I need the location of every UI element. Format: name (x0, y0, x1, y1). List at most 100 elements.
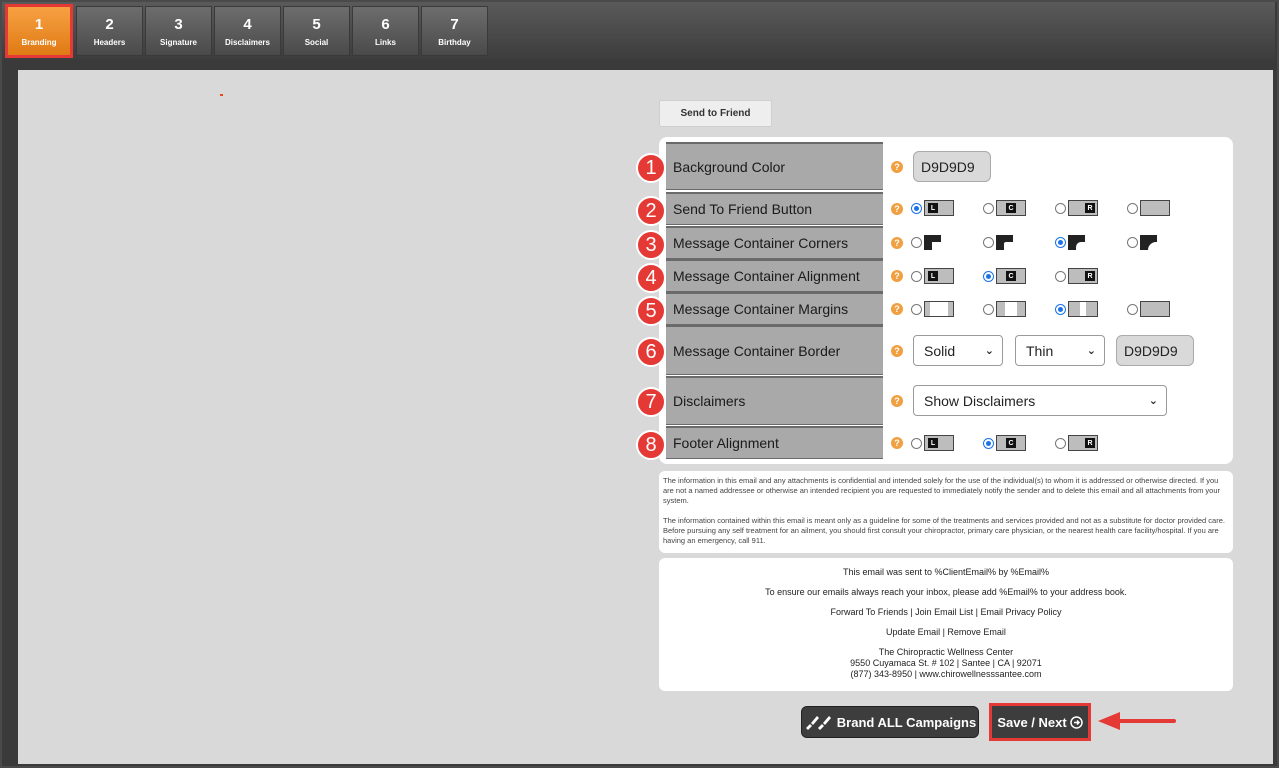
margin-inner (1080, 302, 1086, 316)
swatch-letter: R (1085, 203, 1095, 213)
radio-margin-narrow[interactable] (1055, 303, 1066, 315)
border-style-select[interactable]: Solid ⌄ (913, 335, 1003, 366)
option-right[interactable]: R (1055, 268, 1098, 284)
border-color-input[interactable]: D9D9D9 (1116, 335, 1194, 366)
setting-label-text: Message Container Margins (673, 301, 849, 317)
tab-signature[interactable]: 3 Signature (145, 6, 212, 56)
option-square[interactable] (911, 235, 941, 250)
radio-rounded[interactable] (1055, 237, 1066, 248)
tab-social[interactable]: 5 Social (283, 6, 350, 56)
swatch-letter: R (1085, 438, 1095, 448)
radio-right[interactable] (1055, 270, 1066, 282)
disclaimers-value: Show Disclaimers (924, 392, 1036, 409)
align-left-swatch: L (924, 268, 954, 284)
swatch-letter: L (928, 438, 938, 448)
option-left[interactable]: L (911, 268, 954, 284)
step-badge: 7 (636, 387, 666, 417)
option-rounded[interactable] (1055, 235, 1085, 250)
radio-center[interactable] (983, 202, 994, 214)
tab-number: 5 (312, 15, 321, 33)
footer-links[interactable]: Forward To Friends | Join Email List | E… (659, 607, 1233, 618)
button-left-swatch: L (924, 200, 954, 216)
brand-all-campaigns-button[interactable]: Brand ALL Campaigns (801, 706, 979, 738)
radio-right[interactable] (1055, 437, 1066, 449)
option-left[interactable]: L (911, 435, 954, 451)
send-to-friend-button[interactable]: Send to Friend (659, 100, 772, 127)
tab-birthday[interactable]: 7 Birthday (421, 6, 488, 56)
footer-address: 9550 Cuyamaca St. # 102 | Santee | CA | … (850, 658, 1042, 668)
tab-label: Links (375, 37, 396, 47)
disclaimers-select[interactable]: Show Disclaimers ⌄ (913, 385, 1167, 416)
border-width-select[interactable]: Thin ⌄ (1015, 335, 1105, 366)
radio-margin-none[interactable] (1127, 303, 1138, 315)
radio-slight[interactable] (983, 237, 994, 248)
setting-label: 2 Send To Friend Button (636, 192, 883, 226)
setting-label-text: Footer Alignment (673, 435, 779, 451)
radio-square[interactable] (911, 237, 922, 248)
button-right-swatch: R (1068, 200, 1098, 216)
radio-right[interactable] (1055, 202, 1066, 214)
option-margin-medium[interactable] (983, 301, 1026, 317)
marker-dot (220, 94, 223, 96)
footer-sent-to: This email was sent to %ClientEmail% by … (842, 567, 1050, 577)
radio-center[interactable] (983, 437, 994, 449)
border-style-value: Solid (924, 342, 956, 359)
help-icon[interactable]: ? (891, 161, 903, 173)
setting-label-text: Message Container Border (673, 342, 841, 359)
footer-company: The Chiropractic Wellness Center (878, 647, 1014, 657)
setting-row-container-margins: 5 Message Container Margins ? (636, 292, 1233, 326)
setting-label: 5 Message Container Margins (636, 292, 883, 326)
tab-label: Signature (160, 37, 197, 47)
save-next-button[interactable]: Save / Next (989, 703, 1091, 741)
corner-very-rounded-swatch (1140, 235, 1157, 250)
option-center[interactable]: C (983, 200, 1026, 216)
radio-center[interactable] (983, 270, 994, 282)
radio-none[interactable] (1127, 202, 1138, 214)
radio-left[interactable] (911, 270, 922, 282)
chevron-down-icon: ⌄ (984, 345, 994, 357)
button-none-swatch (1140, 200, 1170, 216)
help-icon[interactable]: ? (891, 270, 903, 282)
setting-row-container-corners: 3 Message Container Corners ? (636, 226, 1233, 260)
option-margin-none[interactable] (1127, 301, 1170, 317)
radio-very-rounded[interactable] (1127, 237, 1138, 248)
radio-left[interactable] (911, 202, 922, 214)
option-right[interactable]: R (1055, 435, 1098, 451)
arrow-circle-right-icon (1069, 715, 1083, 729)
tab-headers[interactable]: 2 Headers (76, 6, 143, 56)
tab-links[interactable]: 6 Links (352, 6, 419, 56)
help-icon[interactable]: ? (891, 345, 903, 357)
swatch-letter: C (1006, 203, 1016, 213)
setting-label-text: Message Container Alignment (673, 268, 860, 284)
setting-row-send-to-friend: 2 Send To Friend Button ? L C R (636, 192, 1233, 226)
step-badge: 8 (636, 430, 666, 460)
swatch-letter: C (1006, 271, 1016, 281)
option-slight[interactable] (983, 235, 1013, 250)
help-icon[interactable]: ? (891, 237, 903, 249)
help-icon[interactable]: ? (891, 203, 903, 215)
option-center[interactable]: C (983, 268, 1026, 284)
tab-number: 1 (34, 15, 44, 33)
option-very-rounded[interactable] (1127, 235, 1157, 250)
option-margin-narrow[interactable] (1055, 301, 1098, 317)
option-right[interactable]: R (1055, 200, 1098, 216)
help-icon[interactable]: ? (891, 395, 903, 407)
setting-row-disclaimers: 7 Disclaimers ? Show Disclaimers ⌄ (636, 376, 1233, 425)
help-icon[interactable]: ? (891, 303, 903, 315)
background-color-input[interactable]: D9D9D9 (913, 151, 991, 182)
option-margin-wide[interactable] (911, 301, 954, 317)
footer-right-swatch: R (1068, 435, 1098, 451)
tab-branding[interactable]: 1 Branding (5, 4, 73, 58)
option-center[interactable]: C (983, 435, 1026, 451)
footer-manage-links[interactable]: Update Email | Remove Email (659, 627, 1233, 638)
radio-left[interactable] (911, 437, 922, 449)
tab-disclaimers[interactable]: 4 Disclaimers (214, 6, 281, 56)
option-none[interactable] (1127, 200, 1170, 216)
radio-margin-medium[interactable] (983, 303, 994, 315)
radio-margin-wide[interactable] (911, 303, 922, 315)
option-left[interactable]: L (911, 200, 954, 216)
help-icon[interactable]: ? (891, 437, 903, 449)
tab-number: 2 (105, 15, 114, 33)
setting-label-text: Background Color (673, 158, 786, 175)
button-center-swatch: C (996, 200, 1026, 216)
